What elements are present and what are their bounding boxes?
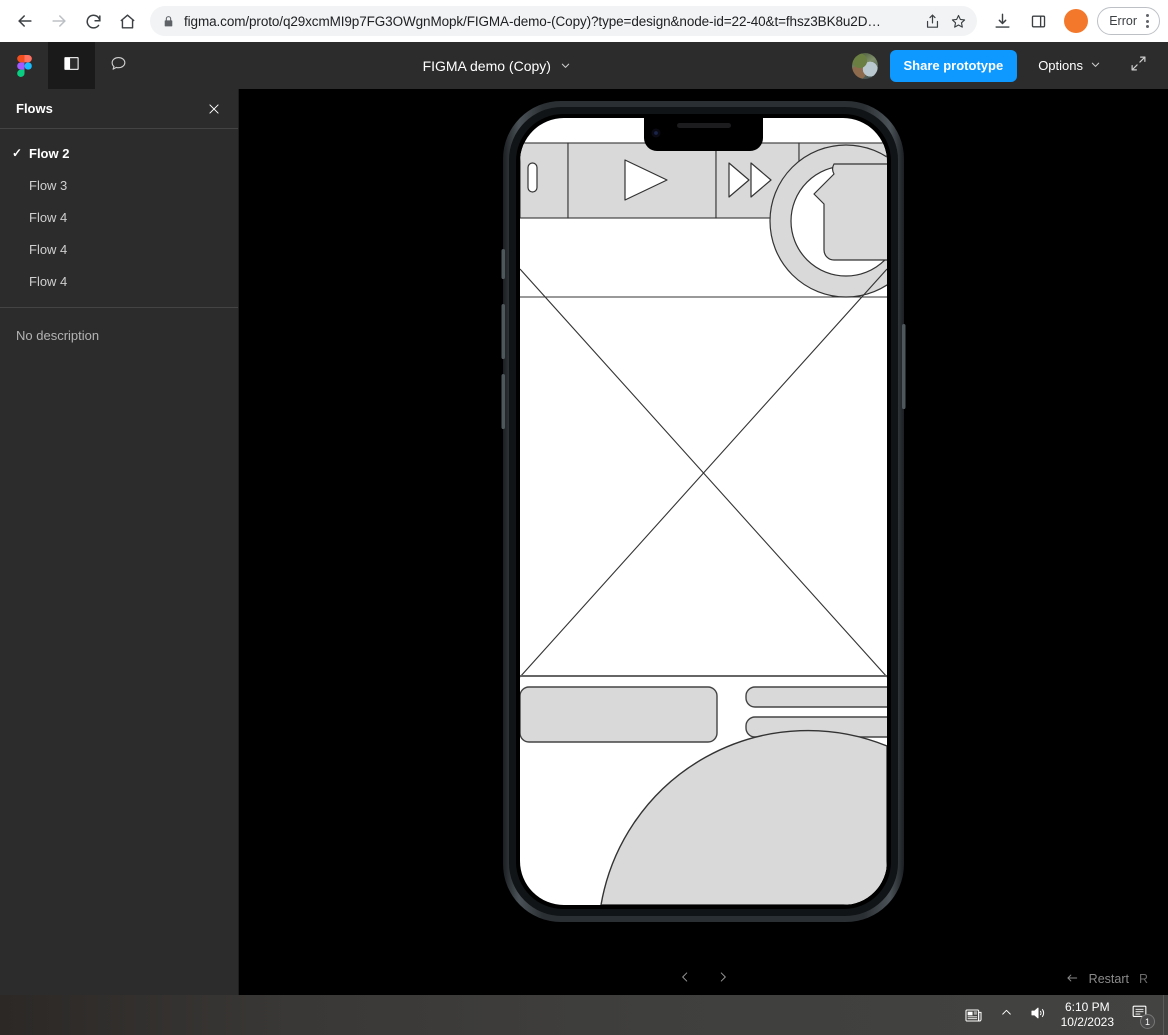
comment-button[interactable] [95, 42, 142, 89]
iphone-device-frame [501, 99, 906, 924]
notification-count-badge: 1 [1140, 1014, 1155, 1029]
restart-arrow-icon [1065, 971, 1079, 988]
home-button[interactable] [110, 4, 144, 38]
flow-description: No description [16, 328, 100, 343]
forward-button[interactable] [42, 4, 76, 38]
toggle-left-panel-button[interactable] [48, 42, 95, 89]
bookmark-star-icon[interactable] [950, 13, 967, 30]
flow-item-3[interactable]: Flow 4 [0, 201, 238, 233]
comment-bubble-icon [109, 54, 128, 78]
volume-button[interactable] [1021, 995, 1055, 1035]
taskbar-clock[interactable]: 6:10 PM 10/2/2023 [1055, 995, 1124, 1035]
side-panel-icon[interactable] [1021, 4, 1055, 38]
profile-avatar[interactable] [1064, 9, 1089, 33]
restart-shortcut: R [1138, 972, 1148, 986]
prev-frame-button[interactable] [671, 965, 699, 993]
clock-date: 10/2/2023 [1060, 1015, 1114, 1029]
chevron-left-icon [678, 970, 692, 989]
fullscreen-icon [1130, 55, 1147, 77]
clock-time: 6:10 PM [1064, 1000, 1110, 1014]
browser-toolbar-right: Error [985, 4, 1168, 38]
flows-list: ✓ Flow 2 Flow 3 Flow 4 Flow 4 Flow 4 [0, 129, 238, 308]
chevron-right-icon [716, 970, 730, 989]
prototype-navigation [671, 965, 737, 993]
chevron-up-icon [1000, 1006, 1013, 1024]
share-icon[interactable] [924, 13, 941, 30]
chevron-down-icon[interactable] [560, 58, 571, 74]
news-and-interests-icon[interactable] [955, 995, 992, 1035]
figma-logo[interactable] [0, 42, 48, 89]
show-hidden-icons-button[interactable] [992, 995, 1021, 1035]
options-button[interactable]: Options [1025, 50, 1114, 82]
fullscreen-button[interactable] [1120, 50, 1156, 82]
flow-item-5[interactable]: Flow 4 [0, 265, 238, 297]
windows-taskbar: 6:10 PM 10/2/2023 1 [0, 995, 1168, 1035]
left-panel-icon [62, 54, 81, 78]
user-avatar-photo[interactable] [851, 52, 878, 79]
speaker-icon [1029, 1004, 1047, 1027]
figma-top-bar: FIGMA demo (Copy) Share prototype Option… [0, 42, 1168, 89]
flow-item-label: Flow 4 [29, 241, 68, 257]
url-text: figma.com/proto/q29xcmMI9p7FG3OWgnMopk/F… [184, 13, 881, 29]
prototype-title-text: FIGMA demo (Copy) [422, 57, 551, 74]
flows-panel-header: Flows [0, 89, 238, 129]
flow-item-2[interactable]: Flow 3 [0, 169, 238, 201]
taskbar-divider [1163, 995, 1164, 1035]
figma-header-actions: Share prototype Options [851, 49, 1168, 82]
error-menu-button[interactable]: Error [1097, 7, 1160, 35]
notifications-button[interactable]: 1 [1124, 995, 1161, 1035]
close-icon[interactable] [204, 99, 224, 119]
error-label: Error [1109, 14, 1137, 28]
flow-item-1[interactable]: ✓ Flow 2 [0, 137, 238, 169]
next-frame-button[interactable] [709, 965, 737, 993]
check-icon: ✓ [12, 146, 23, 160]
prototype-title[interactable]: FIGMA demo (Copy) [142, 58, 852, 74]
flow-item-label: Flow 4 [29, 209, 68, 225]
options-label: Options [1038, 58, 1083, 73]
system-tray: 6:10 PM 10/2/2023 1 [955, 995, 1168, 1035]
browser-toolbar: figma.com/proto/q29xcmMI9p7FG3OWgnMopk/F… [0, 0, 1168, 42]
three-dot-menu-icon[interactable] [1140, 14, 1155, 28]
share-prototype-button[interactable]: Share prototype [889, 49, 1018, 82]
restart-button[interactable]: Restart R [1065, 971, 1148, 988]
lock-icon [162, 15, 175, 28]
flow-item-label: Flow 2 [29, 145, 70, 161]
reload-button[interactable] [76, 4, 110, 38]
restart-label: Restart [1088, 972, 1129, 986]
download-icon[interactable] [985, 4, 1019, 38]
flow-item-label: Flow 4 [29, 273, 68, 289]
flow-item-label: Flow 3 [29, 177, 68, 193]
flows-panel-title: Flows [16, 101, 53, 116]
prototype-canvas[interactable]: Restart R [239, 89, 1168, 995]
address-bar[interactable]: figma.com/proto/q29xcmMI9p7FG3OWgnMopk/F… [150, 6, 978, 36]
chevron-down-icon [1090, 58, 1101, 73]
back-button[interactable] [8, 4, 42, 38]
flows-sidebar: Flows ✓ Flow 2 Flow 3 Flow 4 Flow 4 Flow… [0, 89, 239, 995]
flow-item-4[interactable]: Flow 4 [0, 233, 238, 265]
